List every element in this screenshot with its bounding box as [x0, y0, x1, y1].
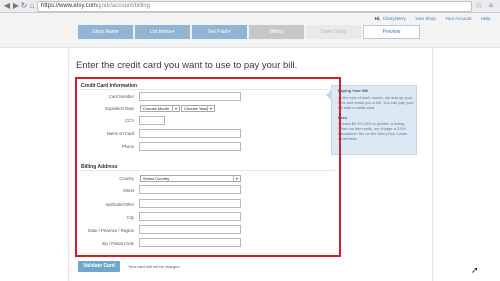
- expiration-year-select[interactable]: Choose Year ▾: [181, 105, 215, 112]
- name-on-card-label: Name on Card: [106, 131, 134, 136]
- step-preview[interactable]: Preview: [363, 25, 420, 39]
- bookmark-star-icon[interactable]: ☆: [474, 1, 484, 11]
- ccv-label: CCV: [125, 118, 134, 123]
- account-links: Hi, CherylJerry Your Shop Your Account H…: [375, 16, 490, 21]
- username-link[interactable]: CherylJerry: [383, 16, 406, 21]
- expiration-month-select[interactable]: Choose Month ▾: [140, 105, 180, 112]
- step-billing: Billing: [249, 25, 304, 39]
- greeting: Hi, CherylJerry: [374, 16, 406, 21]
- state-input[interactable]: [139, 225, 241, 234]
- validate-card-button[interactable]: Validate Card: [78, 261, 120, 272]
- menu-wrench-icon[interactable]: ≡: [486, 1, 496, 11]
- apt-label: Apt/Suite/Other: [105, 202, 134, 207]
- fees-text: It costs $0.20 USD to publish a listing.…: [338, 121, 408, 141]
- page-title: Enter the credit card you want to use to…: [76, 60, 298, 71]
- checkmark-icon: ✔: [171, 29, 176, 35]
- chevron-down-icon: ▾: [172, 106, 179, 111]
- content-border-left: [68, 48, 69, 281]
- expiration-label: Expiration Date: [105, 106, 134, 111]
- zip-label: Zip / Postal Code: [101, 241, 134, 246]
- country-select[interactable]: Select Country ▾: [140, 175, 241, 182]
- card-number-input[interactable]: [139, 92, 241, 101]
- help-title: Paying Your Bill: [338, 88, 369, 93]
- street-input[interactable]: [139, 185, 241, 194]
- step-shop-name[interactable]: Shop Name: [78, 25, 133, 39]
- phone-label: Phone: [121, 144, 134, 149]
- chevron-down-icon: ▾: [207, 106, 214, 111]
- ccv-input[interactable]: [139, 116, 165, 125]
- url-path: /your/account/billing: [96, 3, 150, 9]
- zip-input[interactable]: [139, 238, 241, 247]
- city-label: City: [126, 215, 134, 220]
- street-label: Street: [122, 188, 134, 193]
- apt-input[interactable]: [139, 199, 241, 208]
- help-link[interactable]: Help: [481, 16, 490, 21]
- content-border-right: [432, 48, 433, 281]
- country-label: Country: [119, 176, 134, 181]
- address-bar[interactable]: https://www.etsy.com/your/account/billin…: [37, 1, 472, 12]
- name-on-card-input[interactable]: [139, 129, 241, 138]
- chevron-down-icon: ▾: [233, 176, 240, 181]
- step-open-shop: Open Shop: [306, 25, 361, 39]
- help-text: At the end of each month, we add up your…: [338, 95, 414, 110]
- divider: [80, 89, 335, 90]
- step-get-paid[interactable]: Get Paid✔: [192, 25, 247, 39]
- your-shop-link[interactable]: Your Shop: [415, 16, 436, 21]
- progress-steps: Shop Name List Items✔ Get Paid✔ Billing …: [78, 25, 423, 39]
- step-list-items[interactable]: List Items✔: [135, 25, 190, 39]
- your-account-link[interactable]: Your Account: [445, 16, 471, 21]
- divider: [80, 170, 335, 171]
- city-input[interactable]: [139, 212, 241, 221]
- card-number-label: Card Number: [108, 94, 134, 99]
- not-charged-note: Your card will not be charged: [128, 264, 180, 269]
- state-label: State / Province / Region: [87, 228, 134, 233]
- url-host: https://www.etsy.com: [41, 3, 97, 9]
- mouse-cursor-icon: ➚: [471, 265, 479, 275]
- phone-input[interactable]: [139, 142, 241, 151]
- home-icon[interactable]: ⌂: [27, 1, 37, 11]
- checkmark-icon: ✔: [227, 29, 232, 35]
